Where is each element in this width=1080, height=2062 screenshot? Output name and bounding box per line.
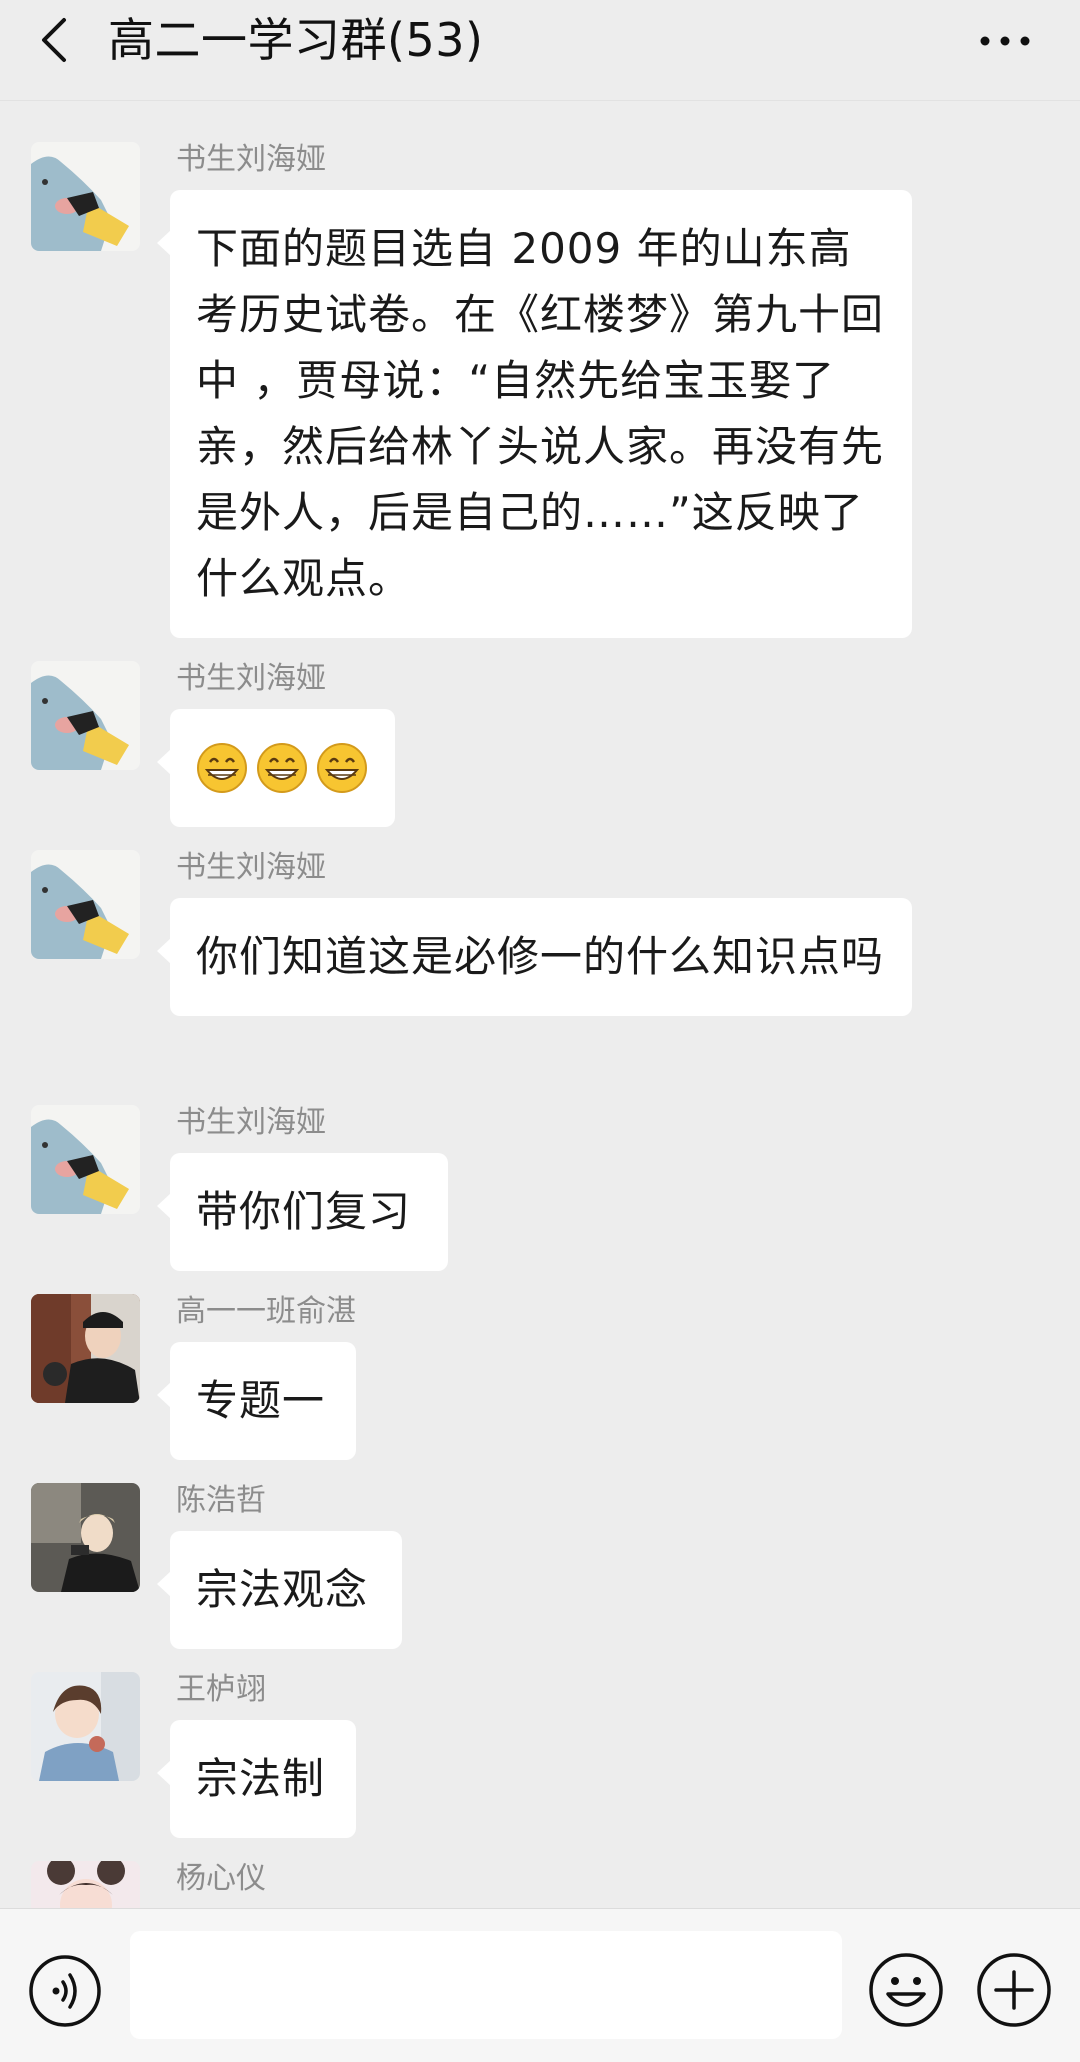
message-bubble[interactable]: 宗法制	[157, 1720, 356, 1838]
message-input[interactable]	[130, 1931, 842, 2039]
message-bubble[interactable]: 你们知道这是必修一的什么知识点吗	[157, 898, 912, 1016]
sender-avatar[interactable]	[31, 1483, 140, 1592]
voice-icon[interactable]	[28, 1954, 102, 2028]
sender-name: 书生刘海娅	[176, 661, 326, 696]
photo-avatar-image	[31, 1672, 140, 1781]
sender-avatar[interactable]	[31, 850, 140, 959]
message-bubble[interactable]: 带你们复习	[157, 1153, 448, 1271]
sender-name: 高一一班俞湛	[176, 1294, 356, 1329]
sender-name: 陈浩哲	[176, 1483, 266, 1518]
message-bubble[interactable]: 专题一	[157, 1342, 356, 1460]
chat-message-list[interactable]: 书生刘海娅 下面的题目选自 2009 年的山东高考历史试卷。在《红楼梦》第九十回…	[0, 100, 1080, 1908]
sender-avatar[interactable]	[31, 1861, 140, 1908]
message-bubble[interactable]: 宗法观念	[157, 1531, 402, 1649]
chat-title: 高二一学习群(53)	[108, 13, 484, 67]
sender-avatar[interactable]	[31, 1294, 140, 1403]
sender-avatar[interactable]	[31, 1105, 140, 1214]
sender-name: 杨心仪	[176, 1861, 266, 1896]
cartoon-avatar-image	[31, 142, 140, 251]
sender-name: 书生刘海娅	[176, 850, 326, 885]
message-bubble[interactable]: 下面的题目选自 2009 年的山东高考历史试卷。在《红楼梦》第九十回中 ，贾母说…	[157, 190, 912, 638]
cartoon-avatar-image	[31, 850, 140, 959]
sender-name: 王栌翊	[176, 1672, 266, 1707]
message-input-bar	[0, 1908, 1080, 2062]
back-arrow-icon[interactable]	[36, 12, 76, 68]
grin-emoji-icon	[257, 743, 307, 793]
photo-avatar-image	[31, 1861, 140, 1908]
sender-avatar[interactable]	[31, 661, 140, 770]
grin-emoji-icon	[317, 743, 367, 793]
grin-emoji-icon	[197, 743, 247, 793]
message-bubble[interactable]	[157, 709, 395, 827]
sender-avatar[interactable]	[31, 142, 140, 251]
emoji-icon[interactable]	[868, 1952, 944, 2028]
more-options-icon[interactable]	[978, 26, 1032, 56]
sender-name: 书生刘海娅	[176, 142, 326, 177]
photo-avatar-image	[31, 1294, 140, 1403]
cartoon-avatar-image	[31, 661, 140, 770]
chat-header: 高二一学习群(53)	[0, 0, 1080, 101]
sender-name: 书生刘海娅	[176, 1105, 326, 1140]
sender-avatar[interactable]	[31, 1672, 140, 1781]
photo-avatar-image	[31, 1483, 140, 1592]
plus-icon[interactable]	[976, 1952, 1052, 2028]
cartoon-avatar-image	[31, 1105, 140, 1214]
